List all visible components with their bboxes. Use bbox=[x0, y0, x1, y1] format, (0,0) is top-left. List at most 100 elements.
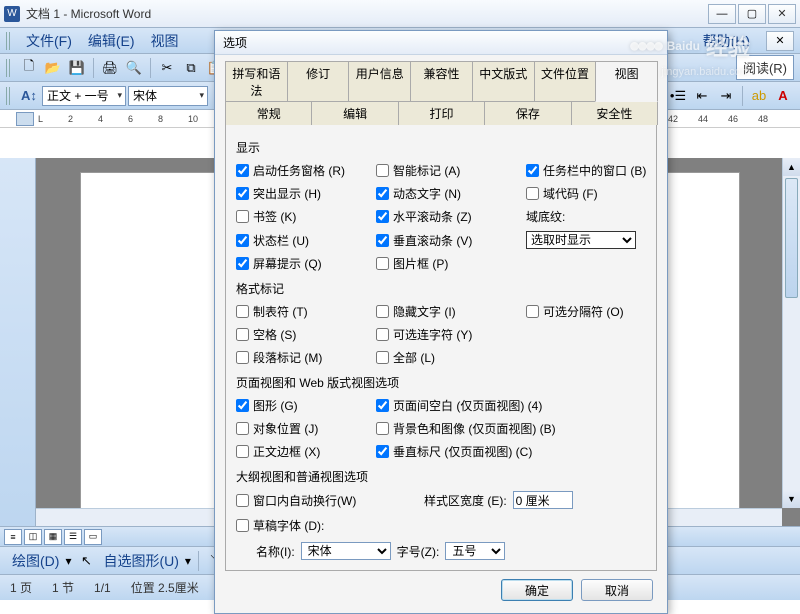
indent-left-icon[interactable]: ⇤ bbox=[691, 85, 713, 107]
grip-handle[interactable] bbox=[6, 87, 12, 105]
checkbox-input[interactable] bbox=[376, 234, 389, 247]
checkbox-input[interactable] bbox=[236, 210, 249, 223]
menu-view[interactable]: 视图 bbox=[145, 29, 185, 53]
bullets-icon[interactable]: •☰ bbox=[667, 85, 689, 107]
checkbox-段落标记 (M)[interactable]: 段落标记 (M) bbox=[236, 349, 376, 366]
checkbox-input[interactable] bbox=[236, 164, 249, 177]
web-view-icon[interactable]: ◫ bbox=[24, 529, 42, 545]
outline-view-icon[interactable]: ☰ bbox=[64, 529, 82, 545]
checkbox-input[interactable] bbox=[236, 351, 249, 364]
draw-menu[interactable]: 绘图(D) bbox=[10, 551, 61, 571]
checkbox-input[interactable] bbox=[236, 445, 249, 458]
checkbox-图形 (G)[interactable]: 图形 (G) bbox=[236, 397, 376, 414]
checkbox-域代码 (F)[interactable]: 域代码 (F) bbox=[526, 185, 666, 202]
checkbox-input[interactable] bbox=[526, 305, 539, 318]
checkbox-input[interactable] bbox=[376, 257, 389, 270]
close-button[interactable]: ✕ bbox=[768, 4, 796, 24]
checkbox-input[interactable] bbox=[236, 399, 249, 412]
checkbox-input[interactable] bbox=[376, 164, 389, 177]
font-color-icon[interactable]: A bbox=[772, 85, 794, 107]
copy-icon[interactable]: ⧉ bbox=[180, 57, 202, 79]
indent-right-icon[interactable]: ⇥ bbox=[715, 85, 737, 107]
checkbox-垂直标尺 (仅页面视图) (C)[interactable]: 垂直标尺 (仅页面视图) (C) bbox=[376, 443, 666, 460]
checkbox-可选连字符 (Y)[interactable]: 可选连字符 (Y) bbox=[376, 326, 526, 343]
outline-draft-input[interactable] bbox=[236, 519, 249, 532]
checkbox-制表符 (T)[interactable]: 制表符 (T) bbox=[236, 303, 376, 320]
tab-修订[interactable]: 修订 bbox=[287, 61, 350, 102]
checkbox-图片框 (P)[interactable]: 图片框 (P) bbox=[376, 255, 526, 272]
menu-help[interactable]: 帮助(H) bbox=[697, 29, 756, 53]
print-icon[interactable]: 🖨 bbox=[99, 57, 121, 79]
tab-拼写和语法[interactable]: 拼写和语法 bbox=[225, 61, 288, 102]
outline-draft-checkbox[interactable]: 草稿字体 (D): bbox=[236, 517, 416, 534]
outline-wrap-input[interactable] bbox=[236, 494, 249, 507]
scroll-down-icon[interactable]: ▼ bbox=[783, 490, 800, 508]
menu-edit[interactable]: 编辑(E) bbox=[82, 29, 141, 53]
checkbox-任务栏中的窗口 (B)[interactable]: 任务栏中的窗口 (B) bbox=[526, 162, 666, 179]
print-view-icon[interactable]: ▦ bbox=[44, 529, 62, 545]
ok-button[interactable]: 确定 bbox=[501, 579, 573, 601]
checkbox-页面间空白 (仅页面视图) (4)[interactable]: 页面间空白 (仅页面视图) (4) bbox=[376, 397, 666, 414]
tab-编辑[interactable]: 编辑 bbox=[311, 101, 398, 125]
checkbox-智能标记 (A)[interactable]: 智能标记 (A) bbox=[376, 162, 526, 179]
outline-wrap-checkbox[interactable]: 窗口内自动换行(W) bbox=[236, 492, 416, 509]
checkbox-input[interactable] bbox=[376, 210, 389, 223]
checkbox-正文边框 (X)[interactable]: 正文边框 (X) bbox=[236, 443, 376, 460]
checkbox-垂直滚动条 (V)[interactable]: 垂直滚动条 (V) bbox=[376, 231, 526, 249]
checkbox-input[interactable] bbox=[236, 187, 249, 200]
checkbox-input[interactable] bbox=[376, 305, 389, 318]
menu-file[interactable]: 文件(F) bbox=[20, 29, 78, 53]
draft-name-select[interactable]: 宋体 bbox=[301, 542, 391, 560]
scroll-up-icon[interactable]: ▲ bbox=[783, 158, 800, 176]
field-shading-select[interactable]: 选取时显示 bbox=[526, 231, 636, 249]
checkbox-屏幕提示 (Q)[interactable]: 屏幕提示 (Q) bbox=[236, 255, 376, 272]
checkbox-启动任务窗格 (R)[interactable]: 启动任务窗格 (R) bbox=[236, 162, 376, 179]
menu-close-icon[interactable]: ✕ bbox=[766, 31, 794, 51]
tab-用户信息[interactable]: 用户信息 bbox=[348, 61, 411, 102]
tab-视图[interactable]: 视图 bbox=[595, 61, 658, 102]
checkbox-input[interactable] bbox=[376, 422, 389, 435]
highlight-icon[interactable]: ab bbox=[748, 85, 770, 107]
checkbox-input[interactable] bbox=[376, 187, 389, 200]
grip-handle[interactable] bbox=[6, 32, 12, 50]
tab-安全性[interactable]: 安全性 bbox=[571, 101, 658, 125]
style-format-icon[interactable]: A↕ bbox=[18, 85, 40, 107]
open-icon[interactable]: 📂 bbox=[42, 57, 64, 79]
checkbox-input[interactable] bbox=[376, 445, 389, 458]
tab-文件位置[interactable]: 文件位置 bbox=[534, 61, 597, 102]
new-doc-icon[interactable]: 🗋 bbox=[18, 57, 40, 79]
checkbox-动态文字 (N)[interactable]: 动态文字 (N) bbox=[376, 185, 526, 202]
grip-handle[interactable] bbox=[6, 59, 12, 77]
reading-view-icon[interactable]: ▭ bbox=[84, 529, 102, 545]
checkbox-input[interactable] bbox=[376, 399, 389, 412]
checkbox-input[interactable] bbox=[236, 422, 249, 435]
checkbox-input[interactable] bbox=[526, 187, 539, 200]
tab-兼容性[interactable]: 兼容性 bbox=[410, 61, 473, 102]
tab-保存[interactable]: 保存 bbox=[484, 101, 571, 125]
read-button[interactable]: 阅读(R) bbox=[736, 55, 794, 80]
save-icon[interactable]: 💾 bbox=[66, 57, 88, 79]
tab-打印[interactable]: 打印 bbox=[398, 101, 485, 125]
checkbox-隐藏文字 (I)[interactable]: 隐藏文字 (I) bbox=[376, 303, 526, 320]
checkbox-全部 (L)[interactable]: 全部 (L) bbox=[376, 349, 526, 366]
checkbox-背景色和图像 (仅页面视图) (B)[interactable]: 背景色和图像 (仅页面视图) (B) bbox=[376, 420, 666, 437]
checkbox-对象位置 (J)[interactable]: 对象位置 (J) bbox=[236, 420, 376, 437]
vertical-scrollbar[interactable]: ▲ ▼ bbox=[782, 158, 800, 508]
checkbox-input[interactable] bbox=[236, 257, 249, 270]
draft-size-select[interactable]: 五号 bbox=[445, 542, 505, 560]
select-arrow-icon[interactable]: ↖ bbox=[75, 550, 97, 572]
maximize-button[interactable]: ▢ bbox=[738, 4, 766, 24]
checkbox-input[interactable] bbox=[236, 328, 249, 341]
checkbox-input[interactable] bbox=[236, 234, 249, 247]
cut-icon[interactable]: ✂ bbox=[156, 57, 178, 79]
checkbox-input[interactable] bbox=[526, 164, 539, 177]
cancel-button[interactable]: 取消 bbox=[581, 579, 653, 601]
vertical-ruler[interactable] bbox=[0, 158, 36, 526]
checkbox-状态栏 (U)[interactable]: 状态栏 (U) bbox=[236, 231, 376, 249]
scroll-thumb[interactable] bbox=[785, 178, 798, 298]
checkbox-空格 (S)[interactable]: 空格 (S) bbox=[236, 326, 376, 343]
checkbox-input[interactable] bbox=[376, 351, 389, 364]
tab-常规[interactable]: 常规 bbox=[225, 101, 312, 125]
style-combo[interactable]: 正文 + 一号 bbox=[42, 86, 126, 106]
font-combo[interactable]: 宋体 bbox=[128, 86, 208, 106]
